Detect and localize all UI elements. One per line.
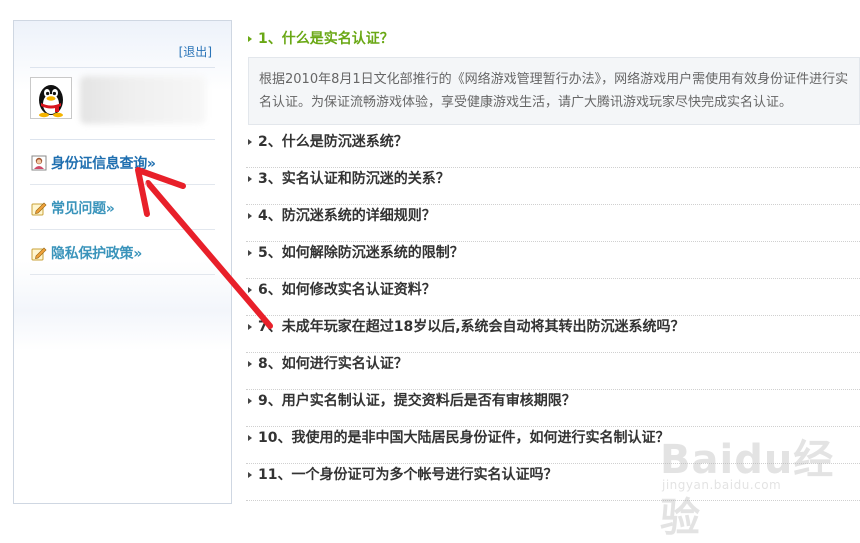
triangle-right-icon: [248, 435, 252, 441]
avatar: [30, 77, 72, 119]
triangle-right-icon: [248, 176, 252, 182]
divider: [30, 274, 215, 275]
question-text[interactable]: 10、我使用的是非中国大陆居民身份证件，如何进行实名制认证？: [258, 430, 669, 446]
question-text[interactable]: 4、防沉迷系统的详细规则？: [258, 208, 436, 224]
question-text[interactable]: 9、用户实名制认证，提交资料后是否有审核期限？: [258, 393, 576, 409]
divider: [30, 139, 215, 140]
divider: [30, 184, 215, 185]
sidebar: [退出] 身份证信息查询» 常见问题» 隐私保护政策»: [13, 20, 232, 504]
triangle-right-icon: [248, 36, 252, 42]
triangle-right-icon: [248, 398, 252, 404]
nav-faq[interactable]: 常见问题»: [30, 186, 215, 230]
triangle-right-icon: [248, 324, 252, 330]
triangle-right-icon: [248, 139, 252, 145]
nav-privacy-policy[interactable]: 隐私保护政策»: [30, 231, 215, 275]
person-card-icon: [31, 155, 47, 171]
triangle-right-icon: [248, 250, 252, 256]
username-blurred: [80, 76, 206, 124]
logout-link[interactable]: [退出]: [179, 43, 212, 60]
watermark-url: jingyan.baidu.com: [662, 478, 782, 492]
faq-question[interactable]: 3、实名认证和防沉迷的关系？: [246, 168, 860, 205]
faq-question[interactable]: 5、如何解除防沉迷系统的限制？: [246, 242, 860, 279]
question-text[interactable]: 11、一个身份证可为多个帐号进行实名认证吗？: [258, 467, 557, 483]
nav-id-info-query[interactable]: 身份证信息查询»: [30, 141, 215, 185]
faq-question[interactable]: 4、防沉迷系统的详细规则？: [246, 205, 860, 242]
question-text[interactable]: 7、未成年玩家在超过18岁以后,系统会自动将其转出防沉迷系统吗？: [258, 319, 685, 335]
question-text[interactable]: 1、什么是实名认证？: [258, 31, 394, 47]
pencil-icon: [31, 202, 47, 216]
triangle-right-icon: [248, 361, 252, 367]
faq-answer: 根据2010年8月1日文化部推行的《网络游戏管理暂行办法》，网络游戏用户需使用有…: [248, 57, 860, 125]
baidu-jingyan-watermark: Baidu经验 jingyan.baidu.com: [660, 425, 850, 541]
faq-question[interactable]: 2、什么是防沉迷系统？: [246, 131, 860, 168]
divider: [30, 229, 215, 230]
question-text[interactable]: 5、如何解除防沉迷系统的限制？: [258, 245, 464, 261]
triangle-right-icon: [248, 213, 252, 219]
faq-question[interactable]: 7、未成年玩家在超过18岁以后,系统会自动将其转出防沉迷系统吗？: [246, 316, 860, 353]
question-text[interactable]: 3、实名认证和防沉迷的关系？: [258, 171, 450, 187]
question-text[interactable]: 8、如何进行实名认证？: [258, 356, 408, 372]
qq-penguin-icon: [39, 85, 63, 118]
question-text[interactable]: 2、什么是防沉迷系统？: [258, 134, 408, 150]
triangle-right-icon: [248, 287, 252, 293]
logout-label[interactable]: 退出: [183, 45, 207, 59]
nav-label[interactable]: 常见问题»: [51, 198, 115, 218]
faq-question[interactable]: 8、如何进行实名认证？: [246, 353, 860, 390]
divider: [30, 67, 215, 68]
faq-question[interactable]: 6、如何修改实名认证资料？: [246, 279, 860, 316]
triangle-right-icon: [248, 472, 252, 478]
question-text[interactable]: 6、如何修改实名认证资料？: [258, 282, 436, 298]
faq-question-open[interactable]: 1、什么是实名认证？: [246, 28, 860, 57]
faq-question[interactable]: 9、用户实名制认证，提交资料后是否有审核期限？: [246, 390, 860, 427]
nav-label[interactable]: 隐私保护政策»: [51, 243, 142, 263]
nav-label[interactable]: 身份证信息查询»: [51, 153, 156, 173]
pencil-icon: [31, 247, 47, 261]
